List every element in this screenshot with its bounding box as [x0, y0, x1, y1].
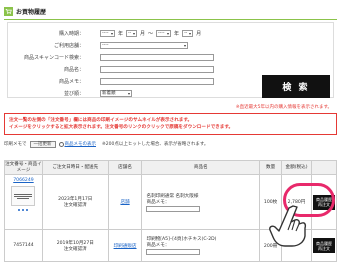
- product-name-input[interactable]: [100, 65, 214, 73]
- order-status: 注文確認済: [63, 246, 87, 252]
- search-button[interactable]: 検 索: [262, 75, 330, 98]
- thumbnail-dots: [5, 209, 42, 211]
- search-form: 購入時期： ---- ▾ 年 -- ▾ 月 〜 ---- ▾ 年 -- ▾ 月 ご利用店…: [7, 22, 334, 98]
- store-select[interactable]: ---- ▾: [100, 41, 188, 49]
- store-link[interactable]: 店舗: [120, 200, 129, 205]
- reorder-button[interactable]: 商品履歴 再注文: [312, 238, 335, 253]
- col-header-date: ご注文日時日・配送先: [41, 160, 109, 175]
- from-year-select[interactable]: ---- ▾: [100, 29, 115, 37]
- memo-input[interactable]: [100, 77, 214, 85]
- col-header-price: 金額(税込): [281, 160, 312, 175]
- order-status: 注文確認済: [63, 203, 87, 208]
- col-header-product: 商品名: [141, 160, 261, 175]
- page-header: お買物履歴: [4, 7, 46, 16]
- col-header-actions: [310, 160, 338, 175]
- result-count-note: ※200点以上ヒットした場合、表示が省略されます。: [102, 142, 209, 147]
- col-header-qty: 数量: [259, 160, 283, 175]
- memo-display-radio[interactable]: [58, 141, 64, 147]
- period-note: ※直近最大5年以内の購入情報を表示されます。: [235, 105, 332, 110]
- cart-icon: [4, 7, 13, 16]
- from-month-select[interactable]: -- ▾: [126, 29, 138, 37]
- store-link[interactable]: 印刷通販店: [114, 244, 137, 249]
- page-title: お買物履歴: [16, 9, 47, 16]
- bulk-update-button[interactable]: 一括更新: [29, 140, 56, 148]
- title-divider: [4, 19, 337, 20]
- product-memo-input[interactable]: [146, 249, 201, 255]
- sort-select[interactable]: 新着順 ▾: [100, 89, 132, 97]
- to-year-select[interactable]: ---- ▾: [156, 29, 172, 37]
- product-thumbnail[interactable]: [11, 186, 36, 206]
- barcode-input[interactable]: [100, 53, 214, 61]
- memo-display-link[interactable]: 商品メモの表示: [65, 141, 97, 147]
- product-memo-input[interactable]: [146, 205, 201, 212]
- to-month-select[interactable]: -- ▾: [182, 29, 194, 37]
- list-toolbar: 印刷メモで 一括更新 商品メモの表示 ※200点以上ヒットした場合、表示が省略さ…: [4, 140, 209, 148]
- info-notice: 注文一覧の左側の「注文番号」欄には商品の印刷イメージのサムネイルが表示されます。…: [4, 113, 337, 135]
- order-id-link[interactable]: 7066249: [13, 178, 33, 183]
- col-header-order: 注文番号・商品イメージ: [4, 160, 43, 175]
- pointer-hand-icon: [269, 205, 307, 247]
- col-header-store: 店舗名: [107, 160, 143, 175]
- order-id: 7457144: [13, 243, 34, 248]
